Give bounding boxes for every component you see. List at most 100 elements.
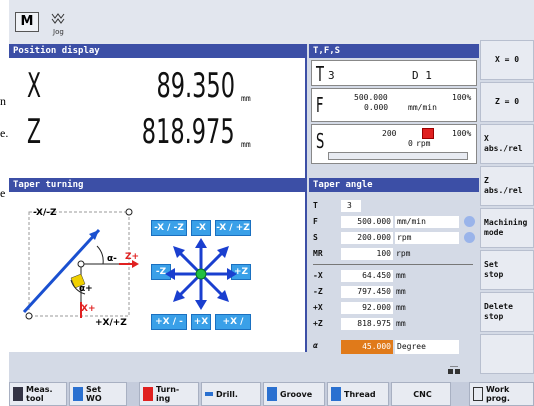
- taper-angle-panel: T 3 F 500.000 mm/min S 200.000 rpm MR 10…: [309, 192, 479, 362]
- softkey-label: Turn- ing: [156, 385, 180, 403]
- softkey-label: Thread: [344, 389, 376, 399]
- position-display: X 89.350 mm Z 818.975 mm: [9, 58, 307, 178]
- softkey-groove[interactable]: Groove: [263, 382, 325, 406]
- softkey-meas-tool[interactable]: Meas. tool: [9, 382, 67, 406]
- vertical-softkeys: X = 0 Z = 0 X abs./rel Z abs./rel Machin…: [480, 40, 534, 382]
- label-minus-xz: -X/-Z: [33, 208, 57, 218]
- feed-letter: F: [316, 93, 324, 117]
- softkey-delete-stop[interactable]: Delete stop: [480, 292, 534, 332]
- bleed-text-2: e.: [0, 126, 9, 140]
- taper-turning-header: Taper turning: [9, 178, 307, 192]
- position-display-header: Position display: [9, 44, 307, 58]
- row-label: +Z: [313, 319, 323, 328]
- jog-label: Jog: [53, 28, 64, 36]
- label-z-plus: Z+: [125, 252, 140, 262]
- spindle-unit-select[interactable]: rpm: [395, 232, 459, 244]
- toggle-icon[interactable]: [464, 232, 475, 243]
- row-minus-z: -Z 797.450 mm: [309, 286, 479, 299]
- work-offset-icon: [73, 387, 83, 401]
- feed-value: 500.000: [354, 93, 388, 102]
- program-icon: [473, 387, 483, 401]
- divider: [313, 264, 473, 265]
- btn-minus-x[interactable]: -X: [191, 220, 211, 236]
- tool-box: T 3 D 1: [311, 60, 477, 86]
- plus-x-field[interactable]: 92.000: [341, 302, 393, 314]
- feed-box: F 500.000 100% 0.000 mm/min: [311, 88, 477, 122]
- mr-field[interactable]: 100: [341, 248, 393, 260]
- feed-unit-select[interactable]: mm/min: [395, 216, 459, 228]
- feed-override: 100%: [452, 93, 472, 102]
- feed-unit: mm/min: [408, 103, 437, 112]
- taper-diagram: [22, 208, 139, 320]
- softkey-thread[interactable]: Thread: [327, 382, 389, 406]
- btn-minus-x-minus-z[interactable]: -X / -Z: [151, 220, 187, 236]
- spindle-override: 100%: [452, 129, 472, 138]
- measure-tool-icon: [13, 387, 23, 401]
- plus-z-unit: mm: [396, 319, 406, 328]
- spindle-letter: S: [316, 129, 325, 153]
- row-label: +X: [313, 303, 323, 312]
- softkey-set-stop[interactable]: Set stop: [480, 250, 534, 290]
- label-x-plus: X+: [81, 304, 96, 314]
- alpha-field[interactable]: 45.000: [341, 340, 393, 354]
- spindle-value: 200: [382, 129, 397, 138]
- softkey-turning[interactable]: Turn- ing: [139, 382, 199, 406]
- softkey-empty[interactable]: [480, 334, 534, 374]
- toggle-icon[interactable]: [464, 216, 475, 227]
- tool-field[interactable]: 3: [341, 200, 361, 212]
- btn-plus-x-minus-z[interactable]: +X / -Z: [151, 314, 187, 341]
- mr-unit: rpm: [396, 249, 411, 258]
- machine-mode-button[interactable]: M: [15, 12, 39, 32]
- x-axis-label: X: [27, 66, 41, 106]
- softkey-label: Set WO: [86, 385, 102, 403]
- tool-edge: D 1: [412, 69, 432, 82]
- btn-minus-x-plus-z[interactable]: -X / +Z: [215, 220, 251, 236]
- row-mr: MR 100 rpm: [309, 248, 479, 261]
- softkey-cnc[interactable]: CNC: [391, 382, 451, 406]
- tfs-panel: T 3 D 1 F 500.000 100% 0.000 mm/min S 20…: [309, 58, 479, 178]
- spindle-field[interactable]: 200.000: [341, 232, 393, 244]
- tfs-header: T,F,S: [309, 44, 479, 58]
- plus-z-field[interactable]: 818.975: [341, 318, 393, 330]
- row-label: MR: [313, 249, 323, 258]
- softkey-drill[interactable]: Drill.: [201, 382, 261, 406]
- softkey-work-prog[interactable]: Work prog.: [469, 382, 534, 406]
- label-alpha-plus: α+: [79, 284, 93, 294]
- z-axis-value: 818.975: [142, 112, 235, 152]
- softkey-z-zero[interactable]: Z = 0: [480, 82, 534, 122]
- softkey-label: CNC: [413, 389, 432, 399]
- softkey-machining-mode[interactable]: Machining mode: [480, 208, 534, 248]
- thread-icon: [331, 387, 341, 401]
- status-bar: M Jog: [9, 0, 534, 44]
- softkey-label: Work prog.: [486, 385, 510, 403]
- taper-turning-panel: -X/-Z α- α+ Z+ X+ +X/+Z -X / -Z -X -X / …: [9, 192, 307, 352]
- row-label: -X: [313, 271, 323, 280]
- minus-x-unit: mm: [396, 271, 406, 280]
- feed-field[interactable]: 500.000: [341, 216, 393, 228]
- drill-icon: [205, 392, 213, 396]
- x-axis-value: 89.350: [156, 66, 235, 106]
- row-label: T: [313, 201, 318, 210]
- z-axis-label: Z: [27, 112, 41, 152]
- row-f: F 500.000 mm/min: [309, 216, 479, 229]
- row-label: -Z: [313, 287, 323, 296]
- spindle-load-bar: [328, 152, 468, 160]
- tool-number: 3: [328, 69, 335, 82]
- row-label: S: [313, 233, 318, 242]
- row-t: T 3: [309, 200, 479, 213]
- softkey-label: Drill.: [216, 389, 238, 399]
- minus-x-field[interactable]: 64.450: [341, 270, 393, 282]
- softkey-z-abs-rel[interactable]: Z abs./rel: [480, 166, 534, 206]
- z-axis-unit: mm: [241, 140, 251, 149]
- plus-x-unit: mm: [396, 303, 406, 312]
- softkey-x-abs-rel[interactable]: X abs./rel: [480, 124, 534, 164]
- btn-plus-x[interactable]: +X: [191, 314, 211, 330]
- feed-actual: 0.000: [364, 103, 389, 112]
- spindle-box: S 200 100% 0 rpm: [311, 124, 477, 164]
- softkey-x-zero[interactable]: X = 0: [480, 40, 534, 80]
- minus-z-unit: mm: [396, 287, 406, 296]
- minus-z-field[interactable]: 797.450: [341, 286, 393, 298]
- softkey-set-wo[interactable]: Set WO: [69, 382, 127, 406]
- direction-arrows-icon: [165, 238, 237, 310]
- btn-plus-x-plus-z[interactable]: +X / +Z: [215, 314, 251, 341]
